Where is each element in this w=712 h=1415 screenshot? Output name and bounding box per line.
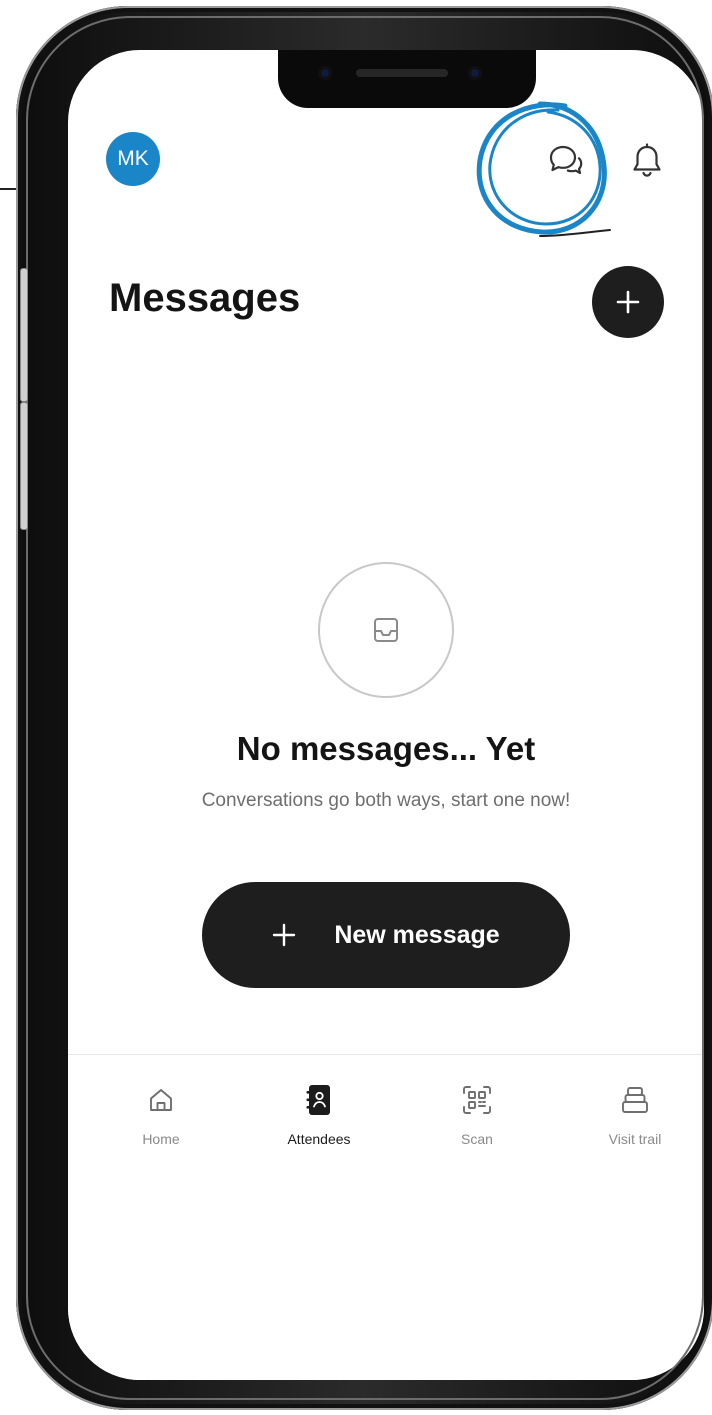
nav-label: Scan: [461, 1131, 493, 1147]
nav-item-attendees[interactable]: Attendees: [254, 1079, 384, 1147]
messages-button[interactable]: [546, 142, 584, 180]
inbox-icon: [374, 618, 398, 642]
qr-scan-icon: [463, 1086, 491, 1114]
nav-item-home[interactable]: Home: [96, 1079, 226, 1147]
plus-icon: [273, 923, 296, 947]
empty-state-subtitle: Conversations go both ways, start one no…: [201, 790, 571, 811]
camera-icon: [318, 66, 332, 80]
contact-book-icon: [306, 1085, 330, 1115]
notch: [278, 50, 536, 108]
volume-down-button: [20, 402, 28, 530]
bell-icon: [633, 143, 661, 177]
home-icon: [150, 1089, 172, 1111]
bottom-navigation: Home Attendees Scan Visit trail: [68, 1054, 704, 1380]
empty-state-title: No messages... Yet: [236, 730, 536, 767]
nav-label: Home: [142, 1131, 180, 1147]
nav-label: Visit trail: [608, 1131, 662, 1147]
page-title: Messages: [109, 276, 301, 320]
new-message-button[interactable]: New message: [202, 882, 570, 988]
phone-frame: MK Messages No messages... Yet Conversat…: [16, 6, 712, 1410]
new-message-label: New message: [334, 920, 500, 949]
nav-item-scan[interactable]: Scan: [412, 1079, 542, 1147]
phone-screen: MK Messages No messages... Yet Conversat…: [68, 50, 704, 1380]
sensor-icon: [468, 66, 482, 80]
chat-bubbles-icon: [549, 145, 583, 175]
tray-stack-icon: [622, 1087, 648, 1113]
nav-item-visit-trail[interactable]: Visit trail: [570, 1079, 700, 1147]
volume-up-button: [20, 268, 28, 402]
empty-state-illustration: [318, 562, 454, 698]
avatar[interactable]: MK: [106, 132, 160, 186]
speaker-grille: [356, 69, 448, 77]
nav-label: Attendees: [287, 1131, 351, 1147]
mockup-stage: MK Messages No messages... Yet Conversat…: [0, 0, 712, 1415]
plus-icon: [616, 290, 640, 314]
notifications-button[interactable]: [628, 142, 666, 180]
avatar-initials: MK: [117, 147, 149, 170]
add-conversation-button[interactable]: [592, 266, 664, 338]
